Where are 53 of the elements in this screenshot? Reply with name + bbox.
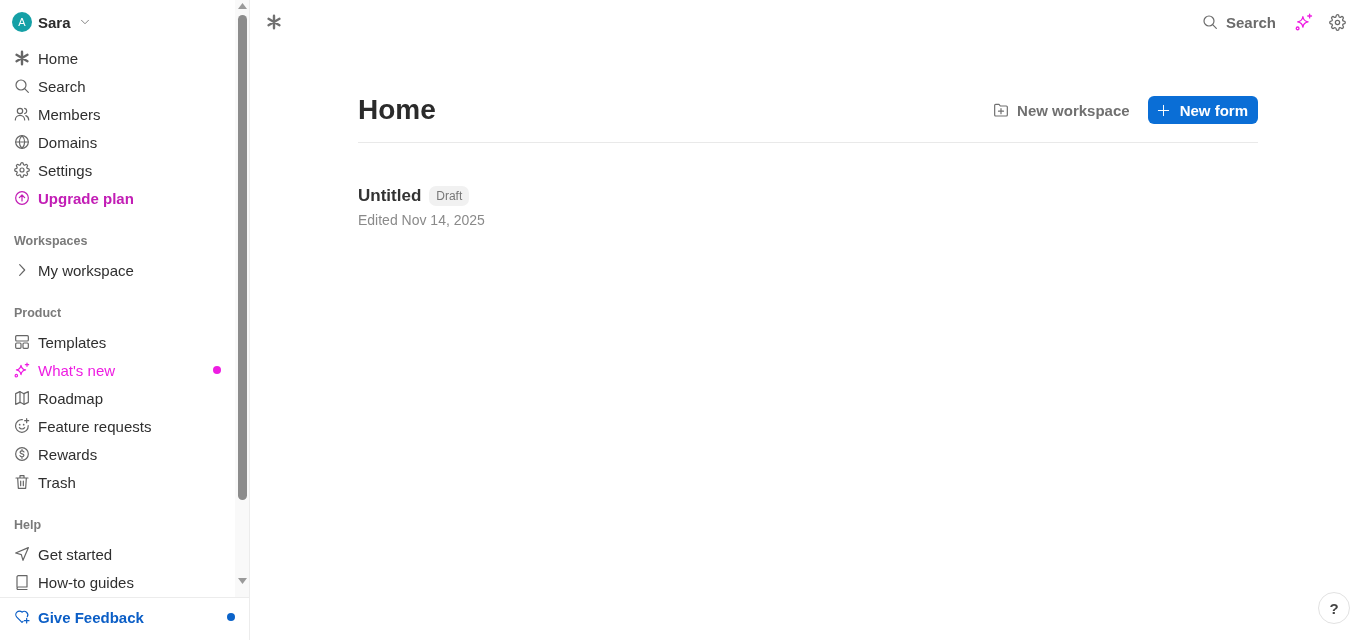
search-button[interactable]: Search [1201,9,1276,35]
sidebar-item[interactable]: Members [6,100,229,128]
status-badge: Draft [429,186,470,206]
sidebar-item[interactable]: Domains [6,128,229,156]
sidebar-item[interactable]: How-to guides [6,568,229,596]
sidebar-item[interactable]: Settings [6,156,229,184]
search-icon [1201,14,1218,30]
workspace-item[interactable]: My workspace [6,256,229,284]
paper-plane-icon [14,546,30,562]
settings-icon[interactable] [1329,13,1346,31]
edited-date: Edited Nov 14, 2025 [358,211,486,230]
scrollbar-thumb[interactable] [237,15,247,500]
smiley-plus-icon [14,418,30,434]
sidebar-item[interactable]: Templates [6,328,229,356]
avatar: A [12,12,32,32]
help-button[interactable]: ? [1318,592,1350,624]
new-form-button[interactable]: New form [1147,96,1258,124]
sidebar-item[interactable]: Home [6,44,229,72]
arrow-up-circle-icon [14,190,30,206]
asterisk-icon[interactable] [266,14,282,30]
asterisk-icon [14,50,30,66]
layout-icon [14,334,30,350]
map-icon [14,390,30,406]
people-icon [14,106,30,122]
dollar-coin-icon [14,446,30,462]
page-title: Home [358,94,436,126]
new-workspace-button[interactable]: New workspace [985,95,1138,125]
plus-icon [1156,103,1170,117]
sidebar-item[interactable]: Get started [6,540,229,568]
caret-down-icon[interactable] [237,578,247,584]
sidebar-item[interactable]: Upgrade plan [6,184,229,212]
sparkle-icon[interactable] [1295,13,1313,31]
feedback-button[interactable]: Give Feedback [6,603,243,631]
sidebar-item[interactable]: What's new [6,356,229,384]
trash-icon [14,474,30,490]
sidebar-item[interactable]: Trash [6,468,229,496]
form-title[interactable]: Untitled [358,185,422,207]
sidebar-item[interactable]: Feature requests [6,412,229,440]
book-icon [14,574,30,590]
sparkle-icon [14,362,30,378]
section-heading: Help [13,517,43,533]
sidebar-item[interactable]: Rewards [6,440,229,468]
sidebar-item[interactable]: Search [6,72,229,100]
account-switcher[interactable]: A Sara [6,10,97,34]
sidebar-item[interactable]: Roadmap [6,384,229,412]
heart-plus-icon [14,609,30,625]
folder-plus-icon [993,102,1010,118]
globe-icon [14,134,30,150]
section-heading: Workspaces [13,233,89,249]
section-heading: Product [13,305,63,321]
search-icon [14,78,30,94]
settings-icon [14,162,30,178]
caret-up-icon[interactable] [237,3,247,9]
